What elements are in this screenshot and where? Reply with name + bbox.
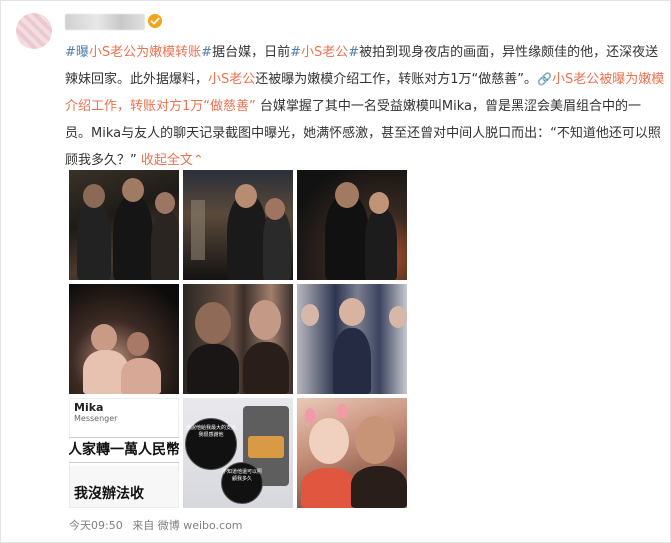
- post-segment-1: 据台媒，日前: [212, 45, 291, 60]
- link-icon: 🔗: [537, 72, 552, 86]
- photo-grid: Mika Messenger 人家轉一萬人民幣 我沒辦法收 他說他給我最大的支持…: [69, 170, 409, 508]
- collapse-arrow-icon: ⌃: [192, 153, 204, 168]
- hashtag-topic-1[interactable]: #曝小S老公为嫩模转账#: [65, 45, 212, 60]
- inline-link-xiaos-husband[interactable]: 小S老公: [208, 72, 255, 87]
- photo-9-couple-selfie[interactable]: [297, 398, 407, 508]
- post-text: #曝小S老公为嫩模转账#据台媒，日前#小S老公#被拍到现身夜店的画面，异性缘颇佳…: [65, 39, 665, 174]
- photo-1-nightclub-group[interactable]: [69, 170, 179, 280]
- chat-message-1: 人家轉一萬人民幣: [69, 437, 179, 463]
- quote-bubble-2: 不知道他還可以照顧我多久: [221, 462, 263, 504]
- weibo-post-card: #曝小S老公为嫩模转账#据台媒，日前#小S老公#被拍到现身夜店的画面，异性缘颇佳…: [0, 0, 671, 543]
- photo-4-car-interior[interactable]: [69, 284, 179, 394]
- collapse-text-button[interactable]: 收起全文⌃: [141, 153, 204, 168]
- hashtag-topic-2[interactable]: #小S老公#: [290, 45, 359, 60]
- quote-bubble-1: 他說他給我最大的支持我很感謝他: [185, 418, 237, 470]
- photo-5-closeup-pair[interactable]: [183, 284, 293, 394]
- post-footer: 今天09:50 来自 微博 weibo.com: [69, 517, 243, 533]
- verified-icon: [148, 14, 162, 28]
- post-time[interactable]: 今天09:50: [69, 519, 123, 532]
- chat-contact-name: Mika: [74, 401, 104, 414]
- avatar[interactable]: [16, 13, 52, 49]
- photo-6-model-portraits[interactable]: [297, 284, 407, 394]
- chat-app-label: Messenger: [74, 414, 118, 423]
- photo-2-street-night[interactable]: [183, 170, 293, 280]
- username-blurred[interactable]: [65, 14, 145, 30]
- photo-3-couple-walking[interactable]: [297, 170, 407, 280]
- chat-message-2: 我沒辦法收: [74, 486, 144, 502]
- photo-7-chat-screenshot[interactable]: Mika Messenger 人家轉一萬人民幣 我沒辦法收: [69, 398, 179, 508]
- post-segment-3: 还被曝为嫩模介绍工作，转账对方1万“做慈善”。: [255, 72, 538, 87]
- photo-8-chat-bubbles[interactable]: 他說他給我最大的支持我很感謝他 不知道他還可以照顧我多久: [183, 398, 293, 508]
- post-source[interactable]: 来自 微博 weibo.com: [132, 519, 242, 532]
